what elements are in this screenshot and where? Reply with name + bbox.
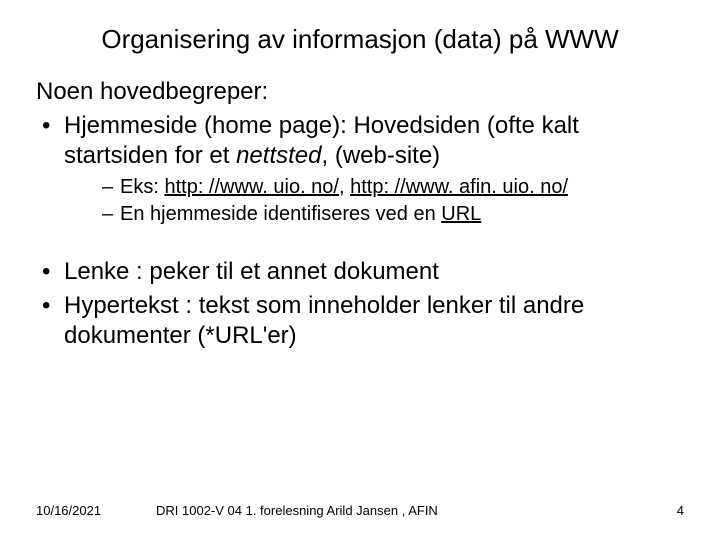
text: , [339,176,350,198]
footer-center: DRI 1002-V 04 1. forelesning Arild Janse… [156,503,654,518]
bullet-lenke: Lenke : peker til et annet dokument [36,257,684,287]
bullet-hypertekst: Hypertekst : tekst som inneholder lenker… [36,291,684,351]
bullet-list-2: Lenke : peker til et annet dokument Hype… [36,257,684,351]
term-url: URL [441,203,481,225]
slide-body: Noen hovedbegreper: Hjemmeside (home pag… [36,77,684,351]
slide: Organisering av informasjon (data) på WW… [0,0,720,540]
page-number: 4 [654,503,684,518]
text: En hjemmeside identifiseres ved en [120,203,441,225]
footer: 10/16/2021 DRI 1002-V 04 1. forelesning … [36,503,684,518]
link-afin[interactable]: http: //www. afin. uio. no/ [350,176,568,198]
text: , (web-site) [321,142,440,169]
link-uio[interactable]: http: //www. uio. no/ [164,176,339,198]
bullet-hjemmeside: Hjemmeside (home page): Hovedsiden (ofte… [36,111,684,171]
sub-url: En hjemmeside identifiseres ved en URL [102,202,684,227]
sub-list: Eks: http: //www. uio. no/, http: //www.… [36,175,684,227]
sub-eks: Eks: http: //www. uio. no/, http: //www.… [102,175,684,200]
emphasis-nettsted: nettsted [236,142,321,169]
text: Eks: [120,176,164,198]
slide-title: Organisering av informasjon (data) på WW… [36,24,684,55]
footer-date: 10/16/2021 [36,503,156,518]
lead-text: Noen hovedbegreper: [36,77,684,107]
bullet-list-1: Hjemmeside (home page): Hovedsiden (ofte… [36,111,684,171]
